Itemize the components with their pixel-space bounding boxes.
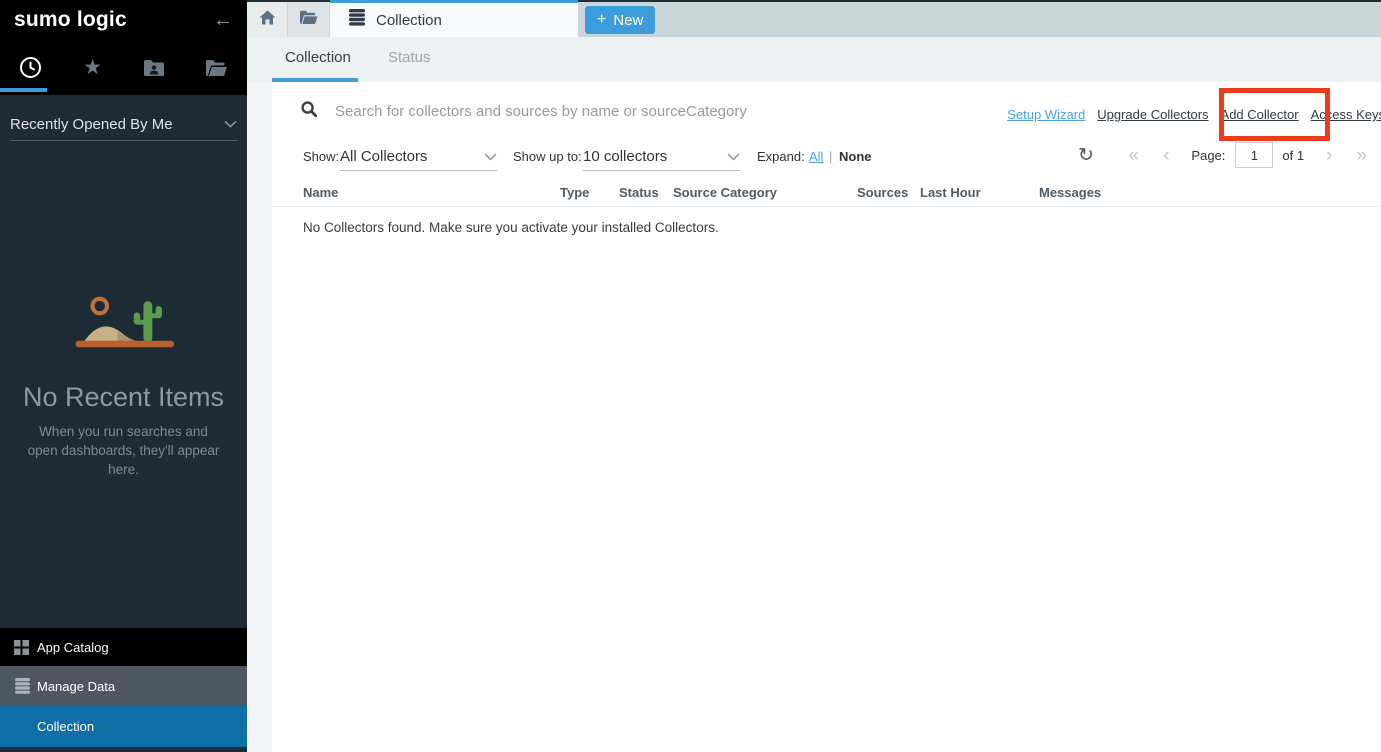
collection-panel: Setup Wizard Upgrade Collectors Add Coll… bbox=[272, 82, 1381, 752]
sumo-logic-logo: sumo logic bbox=[14, 8, 213, 32]
show-up-to-label: Show up to: bbox=[513, 149, 582, 164]
column-header-name[interactable]: Name bbox=[303, 185, 338, 200]
sidebar: sumo logic ← ★ bbox=[0, 0, 247, 752]
top-tab-strip: Collection + New bbox=[247, 0, 1381, 37]
next-page-icon[interactable]: › bbox=[1326, 146, 1332, 165]
access-keys-link[interactable]: Access Keys bbox=[1311, 107, 1381, 122]
refresh-icon[interactable]: ↻ bbox=[1078, 144, 1094, 167]
star-icon: ★ bbox=[83, 57, 102, 78]
expand-none-link[interactable]: None bbox=[839, 149, 872, 164]
column-header-last-hour[interactable]: Last Hour bbox=[920, 185, 981, 200]
tab-collection[interactable]: Collection bbox=[330, 0, 578, 37]
main-area: Collection + New Collection Status bbox=[247, 0, 1381, 752]
subtab-band: Collection Status bbox=[247, 37, 1381, 82]
open-folder-icon bbox=[299, 10, 318, 30]
expand-separator: | bbox=[829, 149, 832, 164]
content-background: Setup Wizard Upgrade Collectors Add Coll… bbox=[247, 82, 1381, 752]
sidebar-item-shared[interactable] bbox=[124, 40, 186, 95]
chevron-down-icon bbox=[484, 149, 497, 164]
manage-data-label: Manage Data bbox=[37, 679, 115, 694]
column-header-sources[interactable]: Sources bbox=[857, 185, 908, 200]
header-links: Setup Wizard Upgrade Collectors Add Coll… bbox=[1007, 107, 1381, 122]
first-page-icon[interactable]: « bbox=[1129, 146, 1140, 165]
page-label: Page: bbox=[1191, 148, 1225, 163]
collapse-sidebar-icon[interactable]: ← bbox=[213, 10, 233, 30]
column-header-status[interactable]: Status bbox=[619, 185, 659, 200]
recent-items-dropdown-label: Recently Opened By Me bbox=[10, 116, 224, 133]
empty-table-message: No Collectors found. Make sure you activ… bbox=[303, 220, 719, 235]
desert-illustration bbox=[0, 288, 247, 363]
open-folder-icon bbox=[205, 59, 228, 77]
page-of-label: of 1 bbox=[1282, 148, 1304, 163]
home-icon bbox=[259, 10, 276, 30]
sumo-logic-app: sumo logic ← ★ bbox=[0, 0, 1381, 752]
tab-collection-label: Collection bbox=[376, 12, 442, 29]
home-tab-button[interactable] bbox=[247, 2, 287, 37]
grid-icon bbox=[14, 640, 37, 655]
no-recent-items-title: No Recent Items bbox=[0, 382, 247, 413]
chevron-down-icon bbox=[727, 149, 740, 164]
search-icon bbox=[301, 101, 317, 122]
sidebar-item-favorites[interactable]: ★ bbox=[62, 40, 124, 95]
column-header-source-category[interactable]: Source Category bbox=[673, 185, 777, 200]
logo-bar: sumo logic ← bbox=[0, 0, 247, 40]
subtab-collection[interactable]: Collection bbox=[285, 49, 351, 66]
sidebar-item-collection[interactable]: Collection bbox=[0, 706, 247, 747]
show-filter-label: Show: bbox=[303, 149, 339, 164]
filter-row: Show: All Collectors Show up to: 10 coll… bbox=[272, 142, 1381, 172]
show-filter-value: All Collectors bbox=[340, 148, 484, 165]
column-header-type[interactable]: Type bbox=[560, 185, 589, 200]
new-tab-button[interactable]: + New bbox=[585, 6, 655, 34]
sun-icon bbox=[92, 299, 107, 314]
app-catalog-label: App Catalog bbox=[37, 640, 109, 655]
clock-icon bbox=[19, 56, 42, 79]
active-nav-indicator bbox=[0, 88, 47, 92]
page-number-input[interactable] bbox=[1235, 142, 1273, 168]
collection-label: Collection bbox=[37, 719, 94, 734]
upgrade-collectors-link[interactable]: Upgrade Collectors bbox=[1097, 107, 1208, 122]
search-row bbox=[301, 96, 1061, 126]
subtab-status[interactable]: Status bbox=[388, 49, 431, 66]
last-page-icon[interactable]: » bbox=[1356, 146, 1367, 165]
collectors-table-header: Name Type Status Source Category Sources… bbox=[272, 182, 1381, 207]
search-input[interactable] bbox=[333, 102, 1017, 121]
chevron-down-icon bbox=[224, 115, 237, 133]
expand-all-link[interactable]: All bbox=[809, 149, 823, 164]
new-button-label: New bbox=[613, 12, 643, 29]
expand-label: Expand: bbox=[757, 149, 805, 164]
show-up-to-value: 10 collectors bbox=[583, 148, 727, 165]
show-up-to-dropdown[interactable]: 10 collectors bbox=[583, 142, 740, 171]
sidebar-item-recents[interactable] bbox=[0, 40, 62, 95]
plus-icon: + bbox=[597, 11, 606, 29]
sidebar-item-app-catalog[interactable]: App Catalog bbox=[0, 628, 247, 666]
sidebar-icon-nav: ★ bbox=[0, 40, 247, 95]
library-tab-button[interactable] bbox=[288, 2, 329, 37]
sidebar-item-manage-data[interactable]: Manage Data bbox=[0, 666, 247, 706]
setup-wizard-link[interactable]: Setup Wizard bbox=[1007, 107, 1085, 122]
previous-page-icon[interactable]: ‹ bbox=[1163, 146, 1169, 165]
database-icon bbox=[348, 9, 366, 31]
shared-folder-icon bbox=[143, 59, 165, 77]
pagination: « ‹ Page: of 1 › » bbox=[1129, 142, 1367, 168]
database-icon bbox=[14, 678, 37, 694]
no-recent-items-hint: When you run searches and open dashboard… bbox=[23, 423, 224, 480]
recent-items-dropdown[interactable]: Recently Opened By Me bbox=[10, 108, 237, 141]
show-filter-dropdown[interactable]: All Collectors bbox=[340, 142, 497, 171]
sidebar-item-library[interactable] bbox=[185, 40, 247, 95]
add-collector-link[interactable]: Add Collector bbox=[1221, 107, 1299, 122]
sidebar-bottom-menu: App Catalog Manage Data Collection bbox=[0, 628, 247, 747]
column-header-messages[interactable]: Messages bbox=[1039, 185, 1101, 200]
